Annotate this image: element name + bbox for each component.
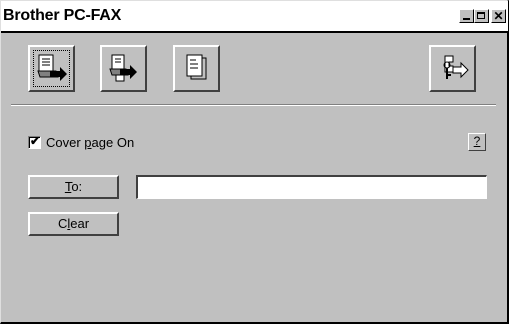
help-button[interactable]: ? (468, 133, 486, 151)
send-fax-button[interactable] (28, 45, 75, 92)
cover-page-checkbox[interactable]: ✔ (28, 134, 41, 149)
document-button[interactable] (173, 45, 220, 92)
send-fax-icon (37, 54, 67, 81)
maximize-button[interactable] (474, 9, 489, 23)
clear-button[interactable]: Clear (28, 212, 119, 236)
toolbar-divider (11, 104, 496, 106)
receive-fax-button[interactable] (100, 45, 147, 92)
window-title: Brother PC-FAX (3, 7, 122, 24)
checkmark-icon: ✔ (30, 134, 41, 148)
title-bar[interactable]: Brother PC-FAX ✕ (1, 1, 508, 33)
to-field[interactable] (136, 175, 487, 199)
document-icon (186, 54, 207, 80)
close-button[interactable]: ✕ (491, 9, 506, 23)
help-icon: ? (473, 134, 481, 148)
to-button[interactable]: To: (28, 175, 119, 199)
minimize-button[interactable] (459, 9, 474, 23)
pc-fax-window: Brother PC-FAX ✕ ✔ Cover page On ? To: C… (0, 0, 509, 324)
cover-page-label[interactable]: Cover page On (46, 135, 134, 150)
exit-icon (443, 55, 469, 79)
receive-fax-icon (109, 54, 137, 82)
exit-button[interactable] (429, 45, 476, 92)
